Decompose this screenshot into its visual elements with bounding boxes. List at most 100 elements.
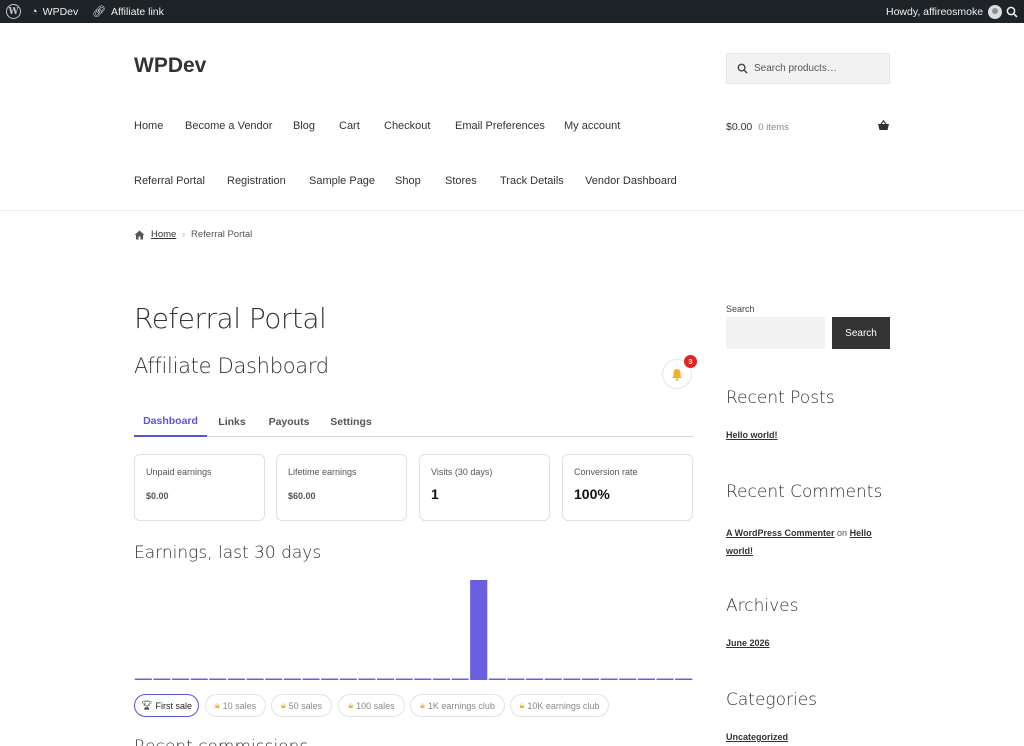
recent-comments-title: Recent Comments (726, 482, 883, 502)
earnings-bar-day-3 (172, 678, 190, 680)
product-search-placeholder: Search products… (754, 63, 837, 74)
recent-commissions-heading: Recent commissions (134, 737, 308, 746)
stat-value: 1 (431, 486, 439, 502)
search-icon (737, 63, 748, 74)
nav-checkout[interactable]: Checkout (384, 120, 430, 132)
header-cart[interactable]: $0.00 0 items (726, 119, 890, 134)
earnings-bar-day-28 (637, 678, 655, 680)
product-search-input[interactable]: Search products… (726, 53, 890, 84)
nav-cart[interactable]: Cart (339, 120, 360, 132)
link-icon: 🔗︎ (92, 6, 106, 18)
earnings-bar-day-13 (358, 678, 376, 680)
earnings-bar-day-18 (451, 678, 469, 680)
earnings-bar-day-21 (507, 678, 525, 680)
earnings-bar-day-22 (526, 678, 544, 680)
tab-settings[interactable]: Settings (324, 407, 378, 437)
earnings-bar-day-4 (190, 678, 208, 680)
earnings-bar-day-6 (227, 678, 246, 680)
badge-label: 1K earnings club (427, 700, 495, 711)
header-divider (0, 210, 1024, 211)
earnings-bar-day-1 (134, 678, 152, 680)
earnings-bar-day-25 (581, 678, 600, 680)
wordpress-logo-icon[interactable]: W (6, 0, 21, 23)
earnings-bar-day-24 (563, 678, 581, 680)
nav-stores[interactable]: Stores (445, 175, 477, 187)
breadcrumb: Home › Referral Portal (134, 229, 252, 240)
earnings-bar-day-26 (600, 678, 618, 680)
nav-my-account[interactable]: My account (564, 120, 620, 132)
lock-icon: 🔒︎ (519, 700, 525, 710)
stat-value: $0.00 (146, 491, 169, 501)
affiliate-link-menu[interactable]: 🔗︎ Affiliate link (92, 0, 164, 23)
stat-card-visits: Visits (30 days) 1 (419, 454, 550, 521)
dashboard-title: Affiliate Dashboard (134, 354, 329, 378)
breadcrumb-current: Referral Portal (191, 229, 253, 240)
cart-count: 0 items (758, 121, 789, 133)
earnings-bar-day-20 (488, 678, 506, 680)
admin-bar-site-name: WPDev (42, 5, 79, 18)
dashboard-tabs: Dashboard Links Payouts Settings (134, 407, 693, 437)
lock-icon: 🔒︎ (214, 700, 220, 710)
tab-payouts[interactable]: Payouts (262, 407, 316, 437)
earnings-bar-day-15 (395, 678, 413, 680)
nav-email-preferences[interactable]: Email Preferences (455, 120, 545, 132)
stat-label: Lifetime earnings (288, 467, 357, 477)
tab-dashboard[interactable]: Dashboard (134, 407, 207, 437)
breadcrumb-home[interactable]: Home (151, 229, 176, 240)
page-title: Referral Portal (134, 302, 327, 335)
earnings-bar-day-14 (376, 678, 395, 680)
stat-value: $60.00 (288, 491, 316, 501)
badge-label: 10K earnings club (527, 700, 600, 711)
stat-card-conversion-rate: Conversion rate 100% (562, 454, 693, 521)
affiliate-link-label: Affiliate link (110, 5, 164, 18)
stat-card-lifetime-earnings: Lifetime earnings $60.00 (276, 454, 407, 521)
basket-icon (877, 119, 890, 134)
recent-post-link[interactable]: Hello world! (726, 430, 778, 440)
earnings-chart (134, 580, 693, 680)
earnings-bar-day-12 (339, 678, 357, 680)
nav-blog[interactable]: Blog (293, 120, 315, 132)
stat-label: Unpaid earnings (146, 467, 212, 477)
earnings-bar-day-9 (283, 678, 301, 680)
sidebar-search-button[interactable]: Search (832, 317, 890, 349)
admin-bar-site-link[interactable]: ◔ WPDev (31, 0, 78, 23)
archive-link[interactable]: June 2026 (726, 638, 770, 648)
cart-amount: $0.00 (726, 121, 753, 133)
badge-10k-earnings-club: 🔒︎ 10K earnings club (510, 694, 609, 717)
stat-label: Conversion rate (574, 467, 638, 477)
tab-links[interactable]: Links (210, 407, 254, 437)
admin-bar: W ◔ WPDev 🔗︎ Affiliate link Howdy, affir… (0, 0, 1024, 23)
dashboard-gauge-icon: ◔ (31, 5, 38, 18)
comment-author-link[interactable]: A WordPress Commenter (726, 528, 835, 538)
nav-track-details[interactable]: Track Details (500, 175, 564, 187)
stat-value: 100% (574, 486, 610, 502)
nav-registration[interactable]: Registration (227, 175, 286, 187)
nav-sample-page[interactable]: Sample Page (309, 175, 375, 187)
recent-posts-title: Recent Posts (726, 388, 835, 408)
earnings-bar-day-2 (153, 678, 171, 680)
admin-search-icon[interactable] (1006, 0, 1018, 23)
earnings-bar-day-27 (619, 678, 637, 680)
archives-title: Archives (726, 596, 799, 616)
nav-become-a-vendor[interactable]: Become a Vendor (185, 120, 272, 132)
notification-count-badge: 3 (684, 355, 697, 368)
sidebar-search-input[interactable] (726, 317, 825, 349)
nav-referral-portal[interactable]: Referral Portal (134, 175, 205, 187)
comment-on-text: on (837, 528, 848, 538)
home-icon (134, 230, 145, 239)
categories-title: Categories (726, 690, 818, 710)
nav-vendor-dashboard[interactable]: Vendor Dashboard (585, 175, 677, 187)
nav-home[interactable]: Home (134, 120, 163, 132)
category-link[interactable]: Uncategorized (726, 732, 788, 742)
account-menu[interactable]: Howdy, affireosmoke (886, 0, 1003, 23)
lock-icon: 🔒︎ (348, 700, 354, 710)
earnings-bar-day-30 (675, 678, 693, 680)
site-title[interactable]: WPDev (134, 54, 206, 78)
nav-shop[interactable]: Shop (395, 175, 421, 187)
earnings-bar-day-17 (432, 678, 451, 680)
badge-label: 10 sales (222, 700, 257, 711)
earnings-chart-title: Earnings, last 30 days (134, 543, 322, 563)
badge-first-sale: 🏆︎ First sale (134, 694, 199, 717)
badge-label: 50 sales (288, 700, 323, 711)
lock-icon: 🔒︎ (280, 700, 286, 710)
